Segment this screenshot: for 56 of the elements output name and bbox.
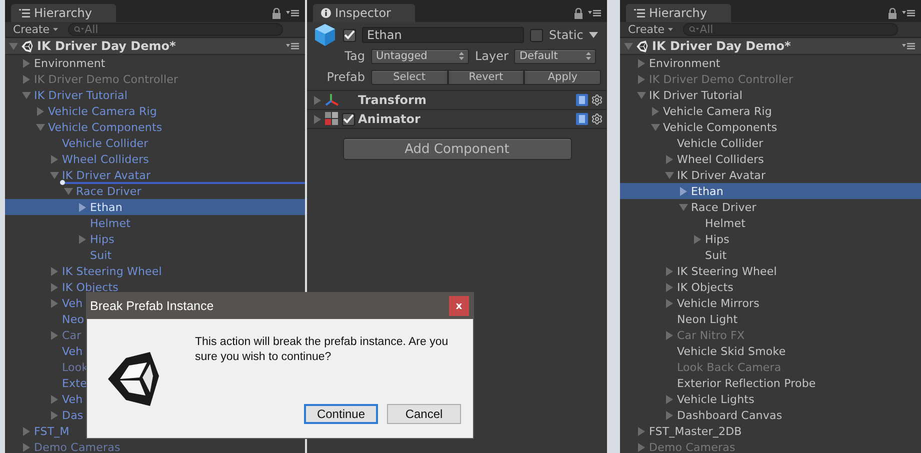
- item-label: Race Driver: [76, 184, 142, 198]
- item-label: FST_M: [34, 424, 70, 438]
- item-label: Vehicle Collider: [677, 136, 764, 150]
- item-label: Wheel Colliders: [677, 152, 764, 166]
- item-label: Race Driver: [691, 200, 756, 214]
- item-label: Look Back Camera: [677, 360, 782, 374]
- item-label: Suit: [705, 248, 727, 262]
- item-label: IK Driver Avatar: [62, 168, 151, 182]
- item-label: IK Driver Tutorial: [34, 88, 128, 102]
- item-label: Vehicle Camera Rig: [663, 104, 772, 118]
- item-label: Vehicle Lights: [677, 392, 754, 406]
- item-label: Car: [62, 328, 82, 342]
- item-label: Neo: [62, 312, 84, 326]
- item-label: Hips: [90, 232, 114, 246]
- item-label: Ethan: [691, 184, 724, 198]
- item-label: Environment: [34, 56, 106, 70]
- item-label: IK Driver Tutorial: [649, 88, 743, 102]
- item-label: Car Nitro FX: [677, 328, 745, 342]
- item-label: FST_Master_2DB: [649, 424, 742, 438]
- item-label: Helmet: [90, 216, 130, 230]
- static-label: Static: [549, 28, 584, 42]
- item-label: IK Steering Wheel: [677, 264, 777, 278]
- item-label: Ethan: [90, 200, 122, 214]
- dialog-message: This action will break the prefab instance. Are you sure you wish to continue?: [195, 335, 450, 365]
- item-label: Helmet: [705, 216, 746, 230]
- item-label: IK Driver Avatar: [677, 168, 766, 182]
- item-label: Vehicle Mirrors: [677, 296, 760, 310]
- prefab-label: Prefab: [326, 70, 365, 84]
- item-label: Environment: [649, 56, 720, 70]
- item-label: Demo Cameras: [34, 440, 120, 453]
- item-label: Veh: [62, 296, 83, 310]
- item-label: Vehicle Collider: [62, 136, 148, 150]
- item-label: IK Steering Wheel: [62, 264, 162, 278]
- item-label: Demo Cameras: [649, 440, 736, 453]
- item-label: Das: [62, 408, 84, 422]
- layer-label: Layer: [475, 49, 508, 63]
- item-label: Exte: [62, 376, 87, 390]
- component-name: Transform: [358, 93, 428, 107]
- component-name: Animator: [358, 112, 422, 126]
- item-label: IK Driver Demo Controller: [649, 72, 794, 86]
- item-label: Suit: [90, 248, 112, 262]
- item-label: Dashboard Canvas: [677, 408, 782, 422]
- item-label: IK Driver Demo Controller: [34, 72, 178, 86]
- item-label: IK Objects: [62, 280, 119, 294]
- item-label: Veh: [62, 392, 83, 406]
- item-label: Vehicle Camera Rig: [48, 104, 157, 118]
- item-label: Vehicle Skid Smoke: [677, 344, 786, 358]
- item-label: IK Objects: [677, 280, 734, 294]
- item-label: Exterior Reflection Probe: [677, 376, 816, 390]
- item-label: Neon Light: [677, 312, 738, 326]
- item-label: Wheel Colliders: [62, 152, 150, 166]
- dialog-title: Break Prefab Instance: [90, 299, 214, 313]
- item-label: Vehicle Components: [48, 120, 162, 134]
- item-label: Hips: [705, 232, 730, 246]
- tag-label: Tag: [344, 49, 365, 63]
- item-label: Vehicle Components: [663, 120, 778, 134]
